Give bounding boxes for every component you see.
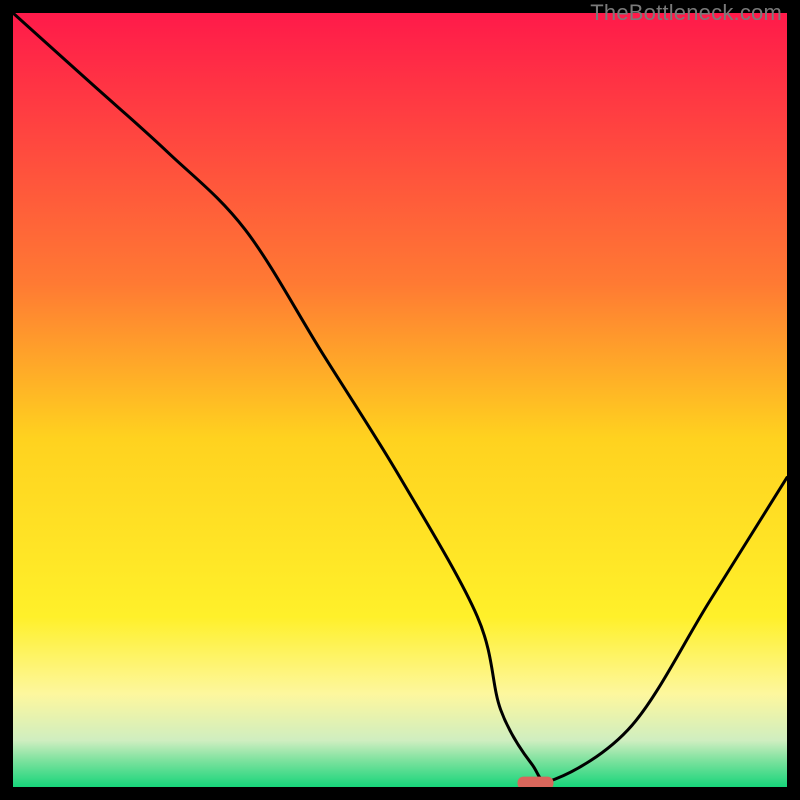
optimal-marker — [518, 777, 554, 787]
gradient-background — [13, 13, 787, 787]
chart-frame — [13, 13, 787, 787]
bottleneck-chart — [13, 13, 787, 787]
watermark-text: TheBottleneck.com — [590, 0, 782, 26]
